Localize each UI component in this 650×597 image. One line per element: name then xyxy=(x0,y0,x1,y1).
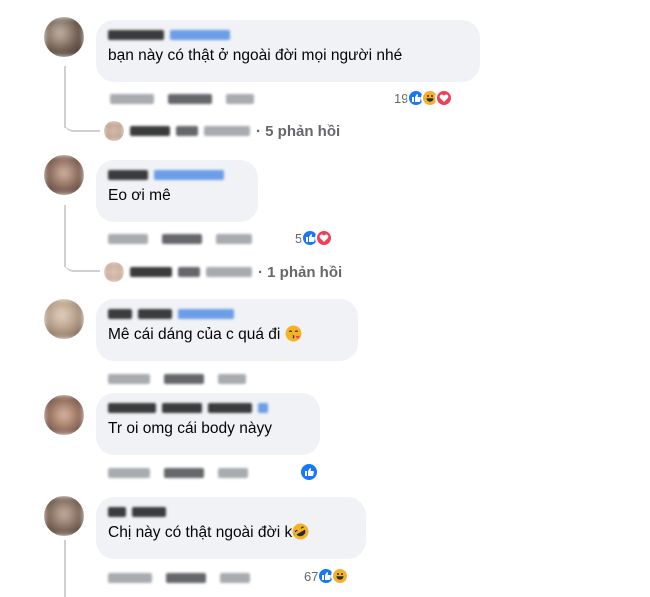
comment-actions xyxy=(108,571,250,585)
timestamp[interactable] xyxy=(108,468,150,478)
reply-action[interactable] xyxy=(216,234,252,244)
comment-bubble: Mê cái dáng của c quá đi xyxy=(96,299,358,361)
timestamp[interactable] xyxy=(110,94,154,104)
reply-action[interactable] xyxy=(218,374,246,384)
like-action[interactable] xyxy=(162,234,202,244)
kissing-face-emoji-icon xyxy=(285,325,302,342)
comment-actions xyxy=(108,372,246,386)
like-icon xyxy=(299,462,319,482)
avatar[interactable] xyxy=(44,17,84,57)
reply-avatar xyxy=(104,121,124,141)
reaction-summary[interactable]: 5 xyxy=(295,228,334,248)
reply-action[interactable] xyxy=(220,573,250,583)
thread-line xyxy=(64,540,66,597)
comment-bubble: bạn này có thật ở ngoài đời mọi người nh… xyxy=(96,20,480,82)
comment-text: Tr oi omg cái body nàyy xyxy=(108,420,272,437)
view-replies[interactable]: · 5 phản hồi xyxy=(104,120,340,142)
timestamp[interactable] xyxy=(108,234,148,244)
reaction-summary[interactable]: 67 xyxy=(304,566,350,586)
timestamp[interactable] xyxy=(108,374,150,384)
comment-text: Eo ơi mê xyxy=(108,187,171,204)
comment-text: Chị này có thật ngoài đời k xyxy=(108,523,354,543)
reply-action[interactable] xyxy=(218,468,248,478)
love-icon xyxy=(435,89,454,107)
reply-action[interactable] xyxy=(226,94,254,104)
love-icon xyxy=(315,229,334,247)
avatar[interactable] xyxy=(44,155,84,195)
timestamp[interactable] xyxy=(108,573,152,583)
reaction-summary[interactable] xyxy=(299,462,319,482)
comment-author[interactable] xyxy=(108,28,468,42)
like-action[interactable] xyxy=(164,374,204,384)
comment-text: Mê cái dáng của c quá đi xyxy=(108,325,346,345)
reaction-count: 19 xyxy=(394,90,409,106)
comment-bubble: Chị này có thật ngoài đời k xyxy=(96,497,366,559)
haha-icon xyxy=(331,567,350,585)
comment-author[interactable] xyxy=(108,307,346,321)
avatar[interactable] xyxy=(44,299,84,339)
comment-author[interactable] xyxy=(108,168,246,182)
like-action[interactable] xyxy=(168,94,212,104)
reply-avatar xyxy=(104,262,124,282)
like-action[interactable] xyxy=(164,468,204,478)
comment-bubble: Tr oi omg cái body nàyy xyxy=(96,393,320,455)
thread-curve xyxy=(64,252,100,272)
like-action[interactable] xyxy=(166,573,206,583)
comment-author[interactable] xyxy=(108,401,308,415)
comment-actions xyxy=(110,92,254,106)
comment-text: bạn này có thật ở ngoài đời mọi người nh… xyxy=(108,47,403,64)
comment-actions xyxy=(108,466,248,480)
reaction-summary[interactable]: 19 xyxy=(394,88,454,108)
comment-actions xyxy=(108,232,252,246)
view-replies[interactable]: · 1 phản hồi xyxy=(104,261,342,283)
avatar[interactable] xyxy=(44,395,84,435)
replies-count[interactable]: · 5 phản hồi xyxy=(256,123,340,140)
comment-author[interactable] xyxy=(108,505,354,519)
rolling-laughing-emoji-icon xyxy=(292,523,309,540)
avatar[interactable] xyxy=(44,496,84,536)
reaction-count: 67 xyxy=(304,568,319,584)
thread-curve xyxy=(64,112,100,132)
comment-bubble: Eo ơi mê xyxy=(96,160,258,222)
replies-count[interactable]: · 1 phản hồi xyxy=(258,264,342,281)
